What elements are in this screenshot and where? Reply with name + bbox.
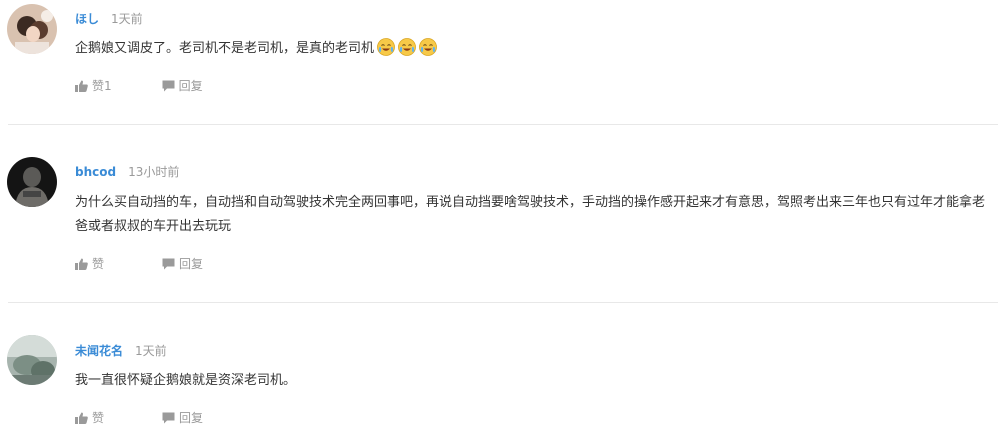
- avatar[interactable]: [7, 4, 57, 54]
- comment-text: 为什么买自动挡的车，自动挡和自动驾驶技术完全两回事吧，再说自动挡要啥驾驶技术，手…: [75, 195, 986, 234]
- like-button[interactable]: 赞1: [75, 78, 112, 94]
- like-label: 赞: [92, 411, 105, 425]
- timestamp: 1天前: [135, 344, 167, 358]
- thumbs-up-icon: [75, 80, 88, 92]
- username[interactable]: ほし: [75, 12, 99, 26]
- thumbs-up-icon: [75, 258, 88, 270]
- reply-label: 回复: [178, 79, 203, 93]
- reply-button[interactable]: 回复: [162, 256, 203, 272]
- thumbs-up-icon: [75, 412, 88, 424]
- reply-button[interactable]: 回复: [162, 410, 203, 426]
- avatar[interactable]: [7, 335, 57, 385]
- divider: [8, 302, 998, 303]
- crying-laughing-emoji-icon: [419, 38, 437, 56]
- avatar[interactable]: [7, 157, 57, 207]
- speech-bubble-icon: [162, 258, 175, 270]
- speech-bubble-icon: [162, 80, 175, 92]
- comment-text: 企鹅娘又调皮了。老司机不是老司机，是真的老司机: [75, 37, 995, 61]
- timestamp: 1天前: [111, 12, 143, 26]
- speech-bubble-icon: [162, 412, 175, 424]
- reply-button[interactable]: 回复: [162, 78, 203, 94]
- comment-body: 企鹅娘又调皮了。老司机不是老司机，是真的老司机: [75, 41, 375, 56]
- username[interactable]: 未闻花名: [75, 344, 123, 358]
- reply-label: 回复: [179, 257, 204, 271]
- crying-laughing-emoji-icon: [398, 38, 416, 56]
- like-button[interactable]: 赞: [75, 410, 104, 426]
- like-label: 赞1: [92, 79, 112, 93]
- like-label: 赞: [92, 257, 105, 271]
- reply-label: 回复: [179, 411, 204, 425]
- username[interactable]: bhcod: [75, 165, 116, 179]
- comment-text: 我一直很怀疑企鹅娘就是资深老司机。: [75, 373, 297, 388]
- divider: [8, 124, 998, 125]
- crying-laughing-emoji-icon: [377, 38, 395, 56]
- like-button[interactable]: 赞: [75, 256, 104, 272]
- timestamp: 13小时前: [128, 165, 180, 179]
